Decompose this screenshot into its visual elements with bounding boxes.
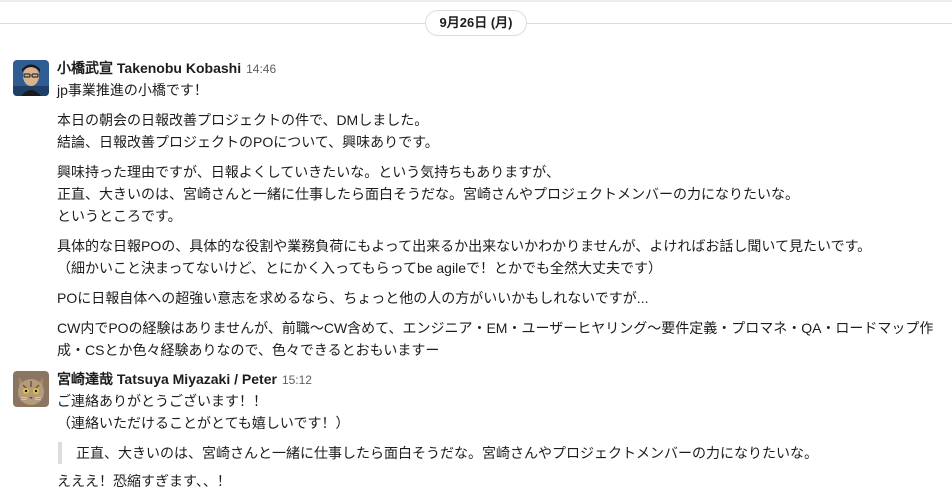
text-line: えええ！恐縮すぎます、、！ bbox=[57, 473, 231, 489]
text-line: POに日報自体への超強い意志を求めるなら、ちょっと他の人の方がいいかもしれないで… bbox=[57, 290, 649, 306]
message-header: 小橋武宣 Takenobu Kobashi 14:46 bbox=[57, 58, 946, 78]
paragraph: 具体的な日報POの、具体的な役割や業務負荷にもよって出来るか出来ないかわかりませ… bbox=[57, 235, 946, 279]
text-line: 興味持った理由ですが、日報よくしていきたいな。という気持ちもありますが、 bbox=[57, 164, 561, 180]
paragraph: CW内でPOの経験はありませんが、前職〜CW含めて、エンジニア・EM・ユーザーヒ… bbox=[57, 317, 946, 361]
timestamp[interactable]: 15:12 bbox=[282, 373, 312, 387]
text-line: 成・CSとか色々経験ありなので、色々できるとおもいますー bbox=[57, 342, 440, 358]
top-edge-line bbox=[0, 0, 952, 2]
message-content: 小橋武宣 Takenobu Kobashi 14:46 jp事業推進の小橋です！ … bbox=[57, 58, 946, 361]
paragraph: POに日報自体への超強い意志を求めるなら、ちょっと他の人の方がいいかもしれないで… bbox=[57, 287, 946, 309]
avatar-kobashi[interactable] bbox=[13, 60, 49, 96]
text-line: 結論、日報改善プロジェクトのPOについて、興味ありです。 bbox=[57, 134, 439, 150]
text-line: 本日の朝会の日報改善プロジェクトの件で、DMしました。 bbox=[57, 112, 429, 128]
author-name[interactable]: 小橋武宣 Takenobu Kobashi bbox=[57, 60, 241, 76]
text-line: （細かいこと決まってないけど、とにかく入ってもらってbe agileで！とかでも… bbox=[57, 260, 662, 276]
message-header: 宮崎達哉 Tatsuya Miyazaki / Peter 15:12 bbox=[57, 369, 946, 389]
text-line: 正直、大きいのは、宮崎さんと一緒に仕事したら面白そうだな。宮崎さんやプロジェクト… bbox=[57, 186, 799, 202]
avatar-miyazaki[interactable] bbox=[13, 371, 49, 407]
paragraph: ご連絡ありがとうございます！！ （連絡いただけることがとても嬉しいです！） bbox=[57, 390, 946, 434]
paragraph: 本日の朝会の日報改善プロジェクトの件で、DMしました。 結論、日報改善プロジェク… bbox=[57, 109, 946, 153]
text-line: というところです。 bbox=[57, 208, 182, 224]
text-line: CW内でPOの経験はありませんが、前職〜CW含めて、エンジニア・EM・ユーザーヒ… bbox=[57, 320, 934, 336]
paragraph: 興味持った理由ですが、日報よくしていきたいな。という気持ちもありますが、 正直、… bbox=[57, 161, 946, 227]
message-content: 宮崎達哉 Tatsuya Miyazaki / Peter 15:12 ご連絡あり… bbox=[57, 369, 946, 492]
paragraph: jp事業推進の小橋です！ bbox=[57, 79, 946, 101]
text-line: （連絡いただけることがとても嬉しいです！） bbox=[57, 415, 350, 431]
timestamp[interactable]: 14:46 bbox=[246, 62, 276, 76]
text-line: jp事業推進の小橋です！ bbox=[57, 82, 208, 98]
blockquote: 正直、大きいのは、宮崎さんと一緒に仕事したら面白そうだな。宮崎さんやプロジェクト… bbox=[58, 442, 946, 464]
text-line: 具体的な日報POの、具体的な役割や業務負荷にもよって出来るか出来ないかわかりませ… bbox=[57, 238, 872, 254]
date-divider-pill[interactable]: 9月26日 (月) bbox=[425, 10, 527, 36]
author-name[interactable]: 宮崎達哉 Tatsuya Miyazaki / Peter bbox=[57, 371, 277, 387]
text-line: ご連絡ありがとうございます！！ bbox=[57, 393, 267, 409]
